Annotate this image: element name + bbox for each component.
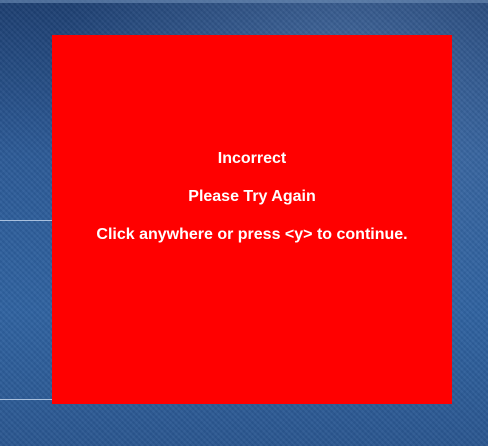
incorrect-feedback-popup[interactable]: Incorrect Please Try Again Click anywher…	[52, 35, 452, 404]
background-divider-line	[0, 399, 60, 400]
background-divider-line	[0, 220, 60, 221]
feedback-subtitle: Please Try Again	[188, 188, 316, 205]
feedback-title: Incorrect	[217, 150, 287, 167]
feedback-message: Incorrect Please Try Again Click anywher…	[52, 150, 452, 244]
top-border	[0, 0, 488, 3]
continue-instruction: Click anywhere or press <y> to continue.	[96, 226, 408, 243]
